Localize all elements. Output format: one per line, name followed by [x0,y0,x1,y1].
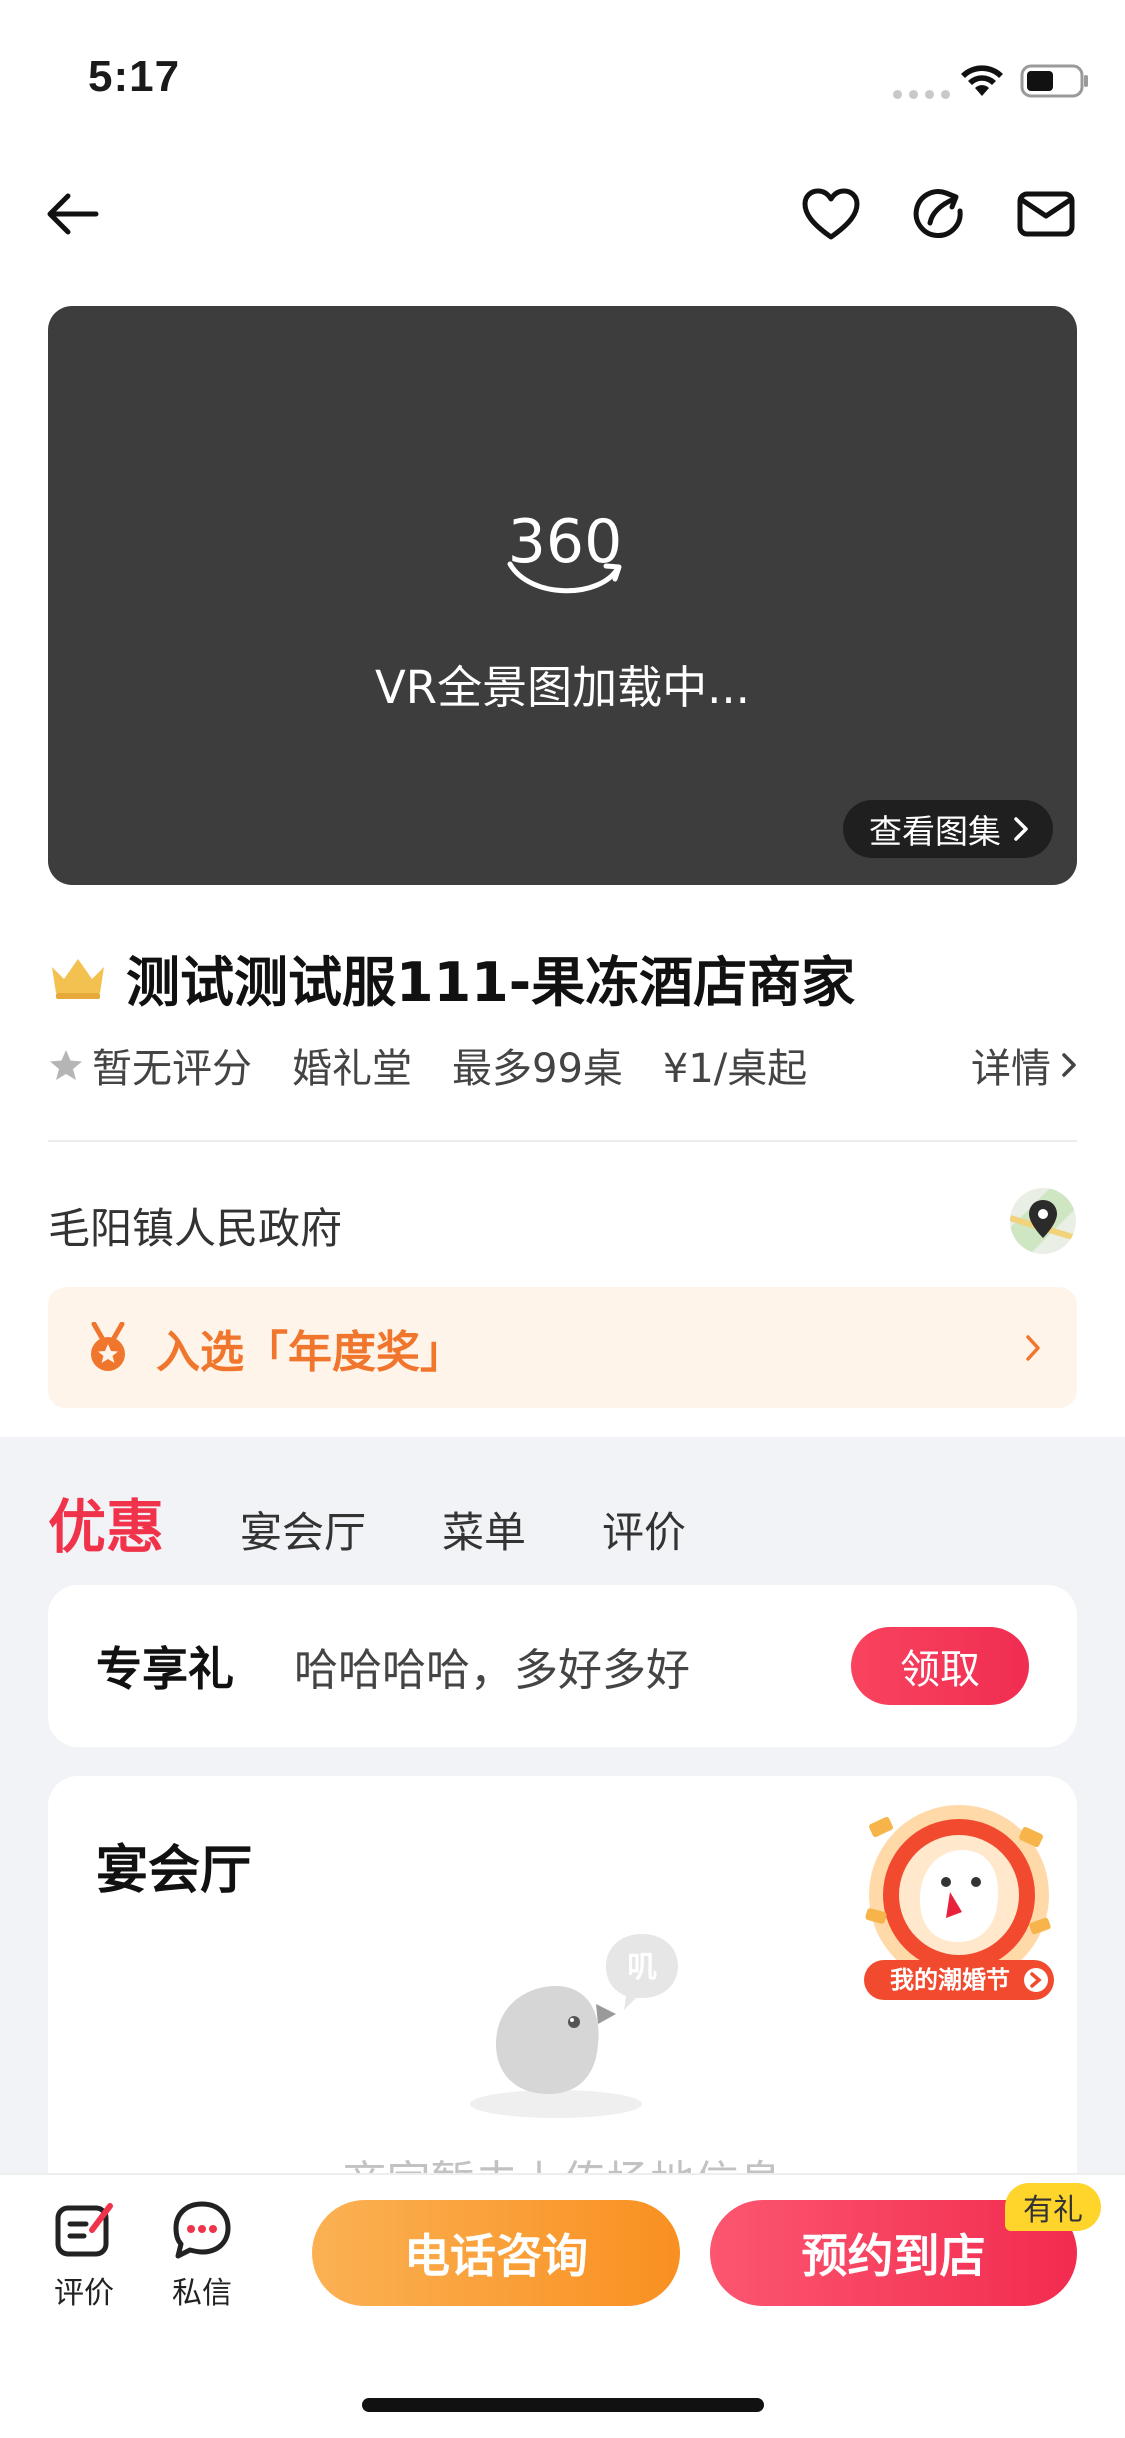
gift-description: 哈哈哈哈，多好多好 [294,1645,690,1696]
vr-panorama-viewer[interactable]: 360 VR全景图加载中... 查看图集 [48,306,1077,885]
section-tabs: 优惠 宴会厅 菜单 评价 [48,1480,762,1564]
wedding-festival-badge[interactable]: 我的潮婚节 [850,1800,1068,2005]
tab-discount[interactable]: 优惠 [48,1480,164,1564]
share-icon [913,189,963,239]
home-indicator[interactable] [362,2398,764,2412]
vr-360-icon: 360 [507,507,622,594]
merchant-name: 测试测试服111-果冻酒店商家 [126,951,856,1014]
phone-consult-button[interactable]: 电话咨询 [312,2200,680,2306]
map-button[interactable] [1010,1188,1076,1254]
promo-label: 我的潮婚节 [890,1966,1010,1994]
address-text[interactable]: 毛阳镇人民政府 [48,1195,342,1256]
share-button[interactable] [899,174,979,254]
chevron-right-icon [1014,817,1028,841]
review-icon [55,2203,113,2257]
exclusive-gift-card: 专享礼 哈哈哈哈，多好多好 领取 [48,1585,1077,1747]
mail-icon [1017,191,1075,237]
hall-section-title: 宴会厅 [96,1841,253,1901]
favorite-button[interactable] [791,174,871,254]
chat-icon [173,2201,231,2259]
award-banner[interactable]: 入选「年度奖」 [48,1287,1077,1408]
chevron-right-icon [1026,1335,1040,1361]
cell-signal-icon [893,90,950,99]
medal-icon [91,1321,125,1371]
claim-button[interactable]: 领取 [851,1627,1029,1705]
review-label: 评价 [54,2276,114,2311]
view-gallery-button[interactable]: 查看图集 [843,800,1053,858]
details-link[interactable]: 详情 [971,1036,1077,1094]
gift-tag-badge: 有礼 [1005,2183,1101,2231]
wifi-icon [961,65,1003,96]
price-text: ¥1/桌起 [662,1046,808,1092]
max-tables: 最多99桌 [452,1046,623,1092]
back-button[interactable] [32,174,112,254]
vr-loading-text: VR全景图加载中... [375,661,750,714]
promo-mascot-icon: 我的潮婚节 [864,1805,1054,2000]
star-icon [50,1050,82,1080]
merchant-title-row: 测试测试服111-果冻酒店商家 [48,938,855,1017]
message-button[interactable] [1006,174,1086,254]
rating-text: 暂无评分 [92,1046,252,1092]
divider [48,1140,1077,1142]
bubble-text: 叽 [627,1950,657,1985]
heart-icon [802,188,860,240]
tab-reviews[interactable]: 评价 [602,1499,686,1560]
map-pin-icon [1010,1188,1076,1254]
crown-icon [52,958,104,999]
chevron-right-icon [1062,1053,1076,1077]
venue-type: 婚礼堂 [292,1046,412,1092]
review-action[interactable]: 评价 [44,2200,124,2312]
message-label: 私信 [172,2276,232,2311]
merchant-meta-row: 暂无评分 婚礼堂 最多99桌 ¥1/桌起 [48,1036,847,1094]
tab-menu[interactable]: 菜单 [442,1499,526,1560]
tab-banquet-hall[interactable]: 宴会厅 [240,1499,366,1560]
private-message-action[interactable]: 私信 [162,2200,242,2312]
view-gallery-label: 查看图集 [869,812,1001,851]
status-time: 5:17 [88,52,181,101]
empty-state-bird-icon: 叽 [470,1934,678,2118]
award-text: 入选「年度奖」 [156,1326,464,1378]
details-label: 详情 [971,1046,1051,1092]
gift-title: 专享礼 [96,1642,234,1696]
back-arrow-icon [47,193,99,235]
battery-icon [1020,64,1088,98]
